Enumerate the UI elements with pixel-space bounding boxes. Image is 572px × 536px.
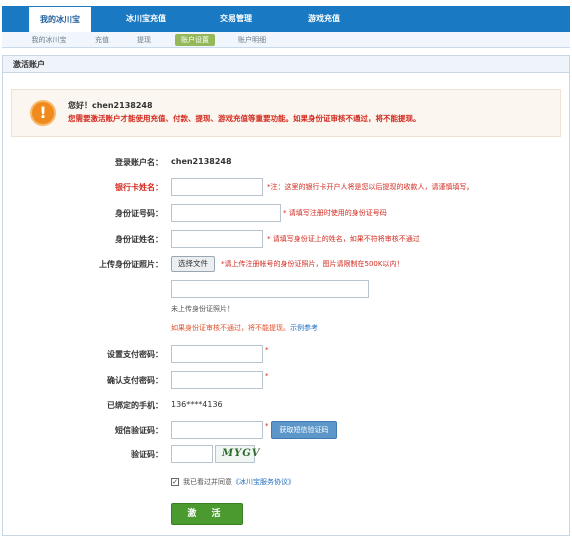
example-reference-link[interactable]: 示例参考: [290, 324, 318, 332]
choose-file-button[interactable]: 选择文件: [171, 256, 215, 272]
id-number-input[interactable]: [171, 204, 281, 222]
id-number-label: 身份证号码：: [115, 209, 163, 218]
id-name-hint: * 请填写身份证上的姓名，如果不符将审核不通过: [267, 235, 420, 243]
confirm-pay-password-input[interactable]: [171, 371, 263, 389]
id-name-label: 身份证姓名：: [115, 235, 163, 244]
upload-warning-text: 如果身份证审核不通过，将不能提现。: [171, 324, 290, 332]
set-pay-password-input[interactable]: [171, 345, 263, 363]
subtab-withdraw[interactable]: 提现: [132, 34, 156, 46]
bank-name-input[interactable]: [171, 178, 263, 196]
upload-path-input[interactable]: [171, 280, 369, 298]
get-sms-code-button[interactable]: 获取短信验证码: [271, 421, 337, 439]
login-account-label: 登录账户名：: [115, 158, 163, 167]
agree-row: 我已看过并同意《冰川宝服务协议》: [183, 477, 295, 487]
captcha-label: 验证码：: [131, 450, 163, 459]
activate-account-panel: 激活账户 ! 您好！chen2138248 您需要激活账户才能使用充值、付款、提…: [2, 55, 570, 536]
subtab-account-settings[interactable]: 账户设置: [175, 34, 215, 46]
agree-checkbox[interactable]: ✓: [171, 478, 179, 486]
tab-recharge[interactable]: 冰川宝充值: [110, 6, 182, 32]
upload-status: 未上传身份证照片！: [171, 305, 234, 313]
id-name-input[interactable]: [171, 230, 263, 248]
confirm-pay-password-required: *: [265, 372, 269, 380]
upload-hint: *请上传注册帐号的身份证照片，图片请限制在500K以内！: [221, 260, 404, 268]
tab-game-recharge[interactable]: 游戏充值: [288, 6, 360, 32]
subtab-recharge[interactable]: 充值: [90, 34, 114, 46]
upload-warning: 如果身份证审核不通过，将不能提现。示例参考: [171, 323, 318, 333]
confirm-pay-password-label: 确认支付密码：: [107, 376, 163, 385]
top-navigation: 我的冰川宝 冰川宝充值 交易管理 游戏充值: [0, 0, 572, 32]
service-agreement-link[interactable]: 《冰川宝服务协议》: [232, 478, 295, 486]
alert-greeting: 您好！chen2138248: [68, 101, 153, 110]
bound-phone-label: 已绑定的手机：: [107, 401, 163, 410]
bound-phone-value: 136****4136: [171, 400, 223, 409]
sms-code-label: 短信验证码：: [115, 426, 163, 435]
subtab-account-details[interactable]: 账户明细: [232, 34, 272, 46]
captcha-image[interactable]: MYGV: [215, 445, 260, 463]
subtab-my-bingchuanbao[interactable]: 我的冰川宝: [24, 34, 74, 46]
sub-navigation: 我的冰川宝 充值 提现 账户设置 账户明细: [2, 32, 570, 48]
bank-name-hint: *注：这里的银行卡开户人将是您以后提现的收款人，请谨慎填写。: [267, 183, 474, 191]
id-number-hint: * 请填写注册时使用的身份证号码: [283, 209, 387, 217]
agree-text: 我已看过并同意: [183, 478, 232, 486]
login-account-value: chen2138248: [171, 157, 232, 166]
alert-box: ! 您好！chen2138248 您需要激活账户才能使用充值、付款、提现、游戏充…: [11, 89, 561, 137]
panel-title: 激活账户: [3, 56, 569, 73]
sms-code-required: *: [265, 422, 269, 430]
upload-id-label: 上传身份证照片：: [99, 260, 163, 269]
tab-my-bingchuanbao[interactable]: 我的冰川宝: [28, 6, 92, 32]
warning-icon: !: [30, 100, 56, 126]
sms-code-input[interactable]: [171, 421, 263, 439]
tab-trade-management[interactable]: 交易管理: [200, 6, 272, 32]
activate-button[interactable]: 激 活: [171, 503, 243, 525]
alert-message: 您需要激活账户才能使用充值、付款、提现、游戏充值等重要功能。如果身份证审核不通过…: [68, 114, 421, 123]
captcha-input[interactable]: [171, 445, 213, 463]
bank-name-label: 银行卡姓名：: [115, 183, 163, 192]
set-pay-password-label: 设置支付密码：: [107, 350, 163, 359]
set-pay-password-required: *: [265, 346, 269, 354]
